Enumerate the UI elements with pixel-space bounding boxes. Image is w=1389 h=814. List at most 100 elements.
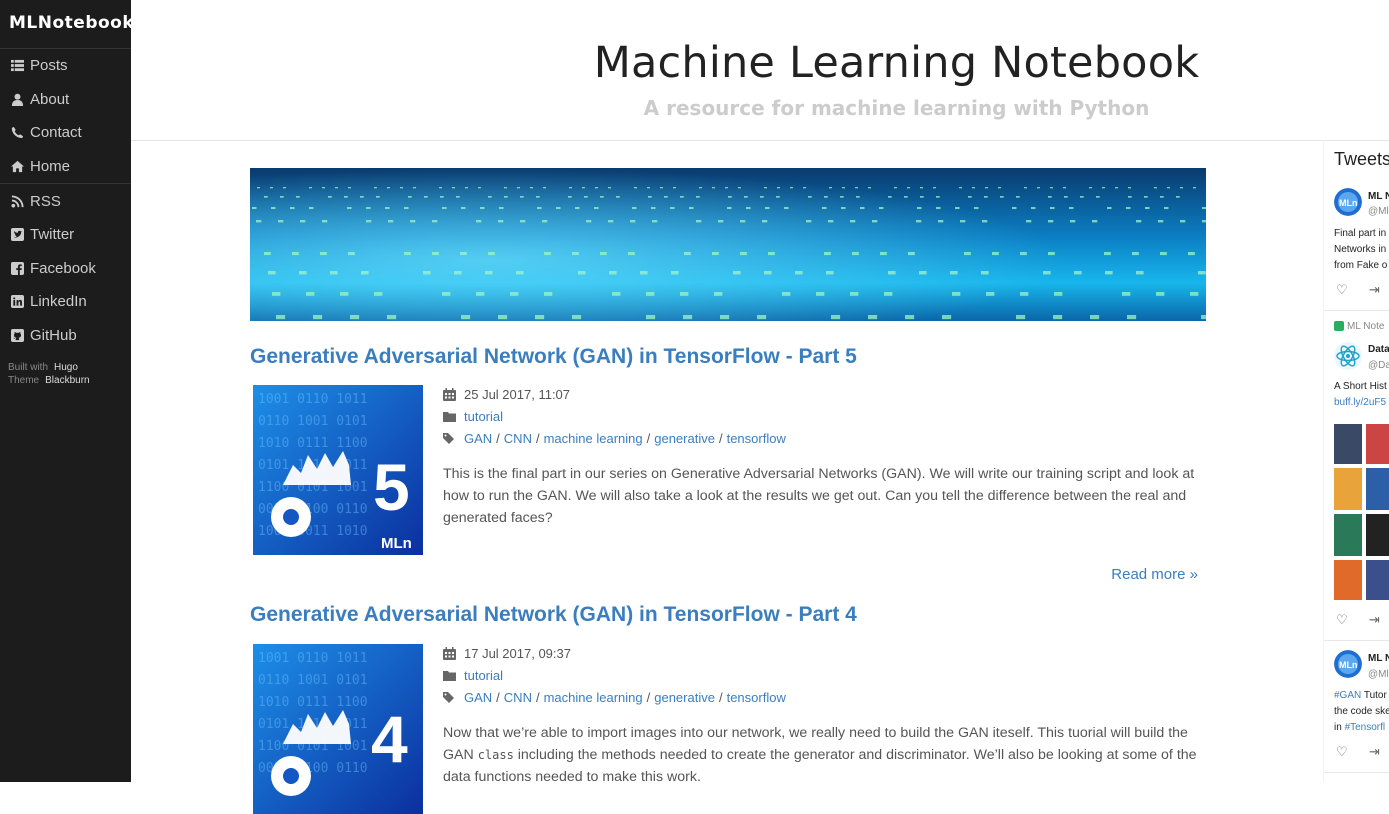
banner-dot (760, 196, 764, 198)
sidebar-credits: Built with Hugo Theme Blackburn (0, 352, 131, 387)
tweet-media-grid[interactable] (1334, 424, 1389, 600)
like-icon[interactable]: ♡ (1336, 744, 1348, 760)
banner-dot (1050, 207, 1055, 210)
tweet-author-name[interactable]: Data (1368, 344, 1389, 355)
tweet-author-name[interactable]: ML N (1368, 653, 1389, 664)
banner-dot (387, 315, 397, 320)
tweet-link[interactable]: buff.ly/2uF5 (1334, 395, 1387, 411)
folder-icon (443, 410, 456, 423)
tag-link[interactable]: tensorflow (727, 431, 786, 446)
banner-dot (725, 187, 728, 189)
banner-dot (504, 187, 507, 189)
tag-link[interactable]: CNN (504, 431, 532, 446)
share-icon[interactable]: ⇥ (1369, 744, 1380, 760)
read-more-link[interactable]: Read more » (1111, 566, 1198, 583)
main-content: Generative Adversarial Network (GAN) in … (250, 168, 1206, 814)
banner-dot (777, 187, 780, 189)
post-title[interactable]: Generative Adversarial Network (GAN) in … (250, 345, 857, 369)
svg-text:1001 0110 1011: 1001 0110 1011 (258, 392, 368, 407)
banner-dot (920, 187, 923, 189)
sidebar-item-label: Contact (30, 124, 82, 142)
banner-dot (488, 196, 492, 198)
banner-dot (498, 315, 508, 320)
banner-dot (1026, 220, 1032, 223)
sidebar-social: RSS Twitter Facebook LinkedIn GitHub (0, 184, 131, 352)
tag-link[interactable]: GAN (464, 431, 492, 446)
avatar[interactable]: MLn (1334, 650, 1362, 678)
sidebar-item-contact[interactable]: Contact (0, 116, 131, 150)
banner-dot (1176, 196, 1180, 198)
like-icon[interactable]: ♡ (1336, 282, 1348, 298)
hashtag-link[interactable]: #Tensorfl (1345, 722, 1386, 733)
post-title[interactable]: Generative Adversarial Network (GAN) in … (250, 603, 857, 627)
tweet-divider (1324, 310, 1389, 311)
sidebar-item-twitter[interactable]: Twitter (0, 218, 131, 252)
tag-link[interactable]: generative (654, 431, 715, 446)
tweet-author-name[interactable]: ML N (1368, 191, 1389, 202)
tag-link[interactable]: CNN (504, 690, 532, 705)
blackburn-link[interactable]: Blackburn (45, 375, 89, 386)
tweet-text: Final part in Networks in from Fake o (1334, 228, 1388, 271)
retweet-label: ML Note (1334, 321, 1384, 332)
sidebar-item-about[interactable]: About (0, 83, 131, 117)
tag-link[interactable]: GAN (464, 690, 492, 705)
share-icon[interactable]: ⇥ (1369, 282, 1380, 298)
svg-text:0110 1001 0101: 0110 1001 0101 (258, 414, 368, 429)
banner-dot (894, 187, 897, 189)
banner-dot (313, 315, 323, 320)
post-thumbnail[interactable]: 1001 0110 1011 0110 1001 0101 1010 0111 1… (253, 385, 423, 555)
post-category-link[interactable]: tutorial (464, 668, 503, 683)
tweet-author-handle[interactable]: @Ml (1368, 206, 1389, 217)
hugo-link[interactable]: Hugo (54, 362, 78, 373)
banner-dot (1070, 220, 1076, 223)
tag-link[interactable]: generative (654, 690, 715, 705)
banner-dot (504, 196, 508, 198)
banner-dot (278, 220, 284, 223)
like-icon[interactable]: ♡ (1336, 612, 1348, 628)
post-thumbnail[interactable]: 1001 0110 1011 0110 1001 0101 1010 0111 1… (253, 644, 423, 814)
banner-dot (330, 271, 338, 275)
sidebar-brand[interactable]: MLNotebook (0, 0, 134, 49)
phone-icon (10, 126, 24, 140)
sidebar-item-posts[interactable]: Posts (0, 49, 131, 83)
hashtag-link[interactable]: #GAN (1334, 690, 1361, 701)
banner-dot (664, 196, 668, 198)
banner-dot (712, 252, 719, 256)
user-icon (10, 92, 24, 106)
banner-dot (1128, 196, 1132, 198)
post-meta: 25 Jul 2017, 11:07 tutorial GAN / CNN / ma… (443, 383, 786, 449)
tweet-author-handle[interactable]: @Ml (1368, 669, 1389, 680)
sidebar-item-rss[interactable]: RSS (0, 184, 131, 218)
banner-dot (520, 220, 526, 223)
banner-dot (1090, 315, 1100, 320)
avatar[interactable]: MLn (1334, 188, 1362, 216)
tag-link[interactable]: machine learning (544, 431, 643, 446)
banner-dot (1115, 187, 1118, 189)
share-icon[interactable]: ⇥ (1369, 612, 1380, 628)
sidebar-item-label: Home (30, 158, 71, 176)
sidebar-item-label: GitHub (30, 327, 77, 345)
banner-dot (572, 252, 579, 256)
banner-dot (768, 252, 775, 256)
avatar[interactable] (1334, 342, 1362, 370)
post-category-link[interactable]: tutorial (464, 409, 503, 424)
banner-dot (1122, 292, 1131, 296)
banner-dot (632, 207, 637, 210)
banner-dot (738, 187, 741, 189)
tag-link[interactable]: tensorflow (727, 690, 786, 705)
banner-dot (680, 196, 684, 198)
sidebar-item-linkedin[interactable]: LinkedIn (0, 285, 131, 319)
tweet-author-handle[interactable]: @Da (1368, 360, 1389, 371)
banner-dot (727, 207, 732, 210)
sidebar-item-home[interactable]: Home (0, 150, 131, 184)
banner-dot (806, 220, 812, 223)
banner-dot (609, 271, 617, 275)
banner-dot (992, 252, 999, 256)
banner-dot (916, 220, 922, 223)
sidebar-item-facebook[interactable]: Facebook (0, 252, 131, 286)
tag-link[interactable]: machine learning (544, 690, 643, 705)
banner-dot (582, 187, 585, 189)
sidebar-item-github[interactable]: GitHub (0, 319, 131, 353)
banner-dot (1136, 271, 1144, 275)
banner-dot (673, 187, 676, 189)
